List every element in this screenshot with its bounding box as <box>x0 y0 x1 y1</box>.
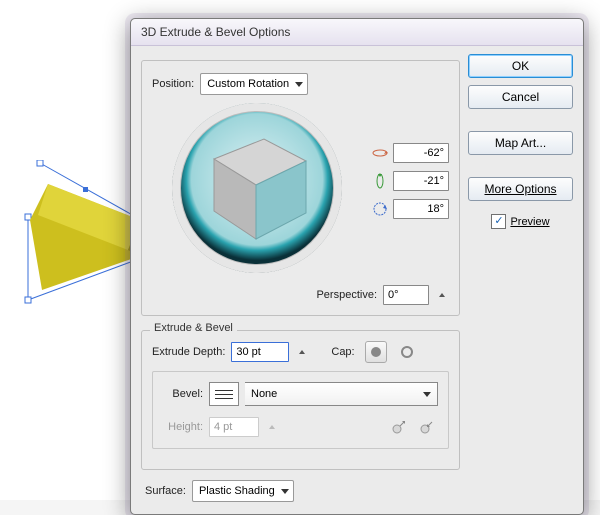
perspective-label: Perspective: <box>316 289 377 301</box>
dialog-title: 3D Extrude & Bevel Options <box>141 25 290 39</box>
rotate-x-icon[interactable] <box>371 144 389 162</box>
surface-value: Plastic Shading <box>199 485 275 497</box>
bevel-subgroup: Bevel: None Height: 4 pt <box>152 371 449 449</box>
rotation-trackball[interactable] <box>172 103 342 273</box>
bevel-in-button[interactable] <box>388 416 410 438</box>
bevel-dropdown[interactable]: None <box>245 382 438 406</box>
extrude-bevel-group: Extrude & Bevel Extrude Depth: 30 pt Cap… <box>141 330 460 470</box>
rotate-y-input[interactable]: -21° <box>393 171 449 191</box>
dialog-titlebar[interactable]: 3D Extrude & Bevel Options <box>131 19 583 46</box>
extrude-depth-input[interactable]: 30 pt <box>231 342 289 362</box>
extrude-legend: Extrude & Bevel <box>150 322 237 334</box>
preview-checkbox[interactable]: ✓ Preview <box>468 214 573 229</box>
chevron-down-icon <box>295 82 303 87</box>
surface-label: Surface: <box>145 485 186 497</box>
chevron-down-icon <box>423 392 431 397</box>
position-value: Custom Rotation <box>207 78 289 90</box>
extrude-depth-stepper[interactable] <box>295 342 309 362</box>
cap-hollow-button[interactable] <box>397 342 417 362</box>
cap-label: Cap: <box>331 346 354 358</box>
bevel-height-label: Height: <box>163 421 203 433</box>
bevel-shape-picker[interactable] <box>209 382 239 406</box>
cap-solid-button[interactable] <box>365 341 387 363</box>
map-art-button[interactable]: Map Art... <box>468 131 573 155</box>
perspective-stepper[interactable] <box>435 285 449 305</box>
checkbox-checked-icon: ✓ <box>491 214 506 229</box>
bevel-out-button[interactable] <box>416 416 438 438</box>
dialog-3d-extrude: 3D Extrude & Bevel Options Position: Cus… <box>130 18 584 515</box>
position-group: Position: Custom Rotation <box>141 60 460 316</box>
extrude-depth-label: Extrude Depth: <box>152 346 225 358</box>
chevron-down-icon <box>281 489 289 494</box>
perspective-input[interactable]: 0° <box>383 285 429 305</box>
surface-dropdown[interactable]: Plastic Shading <box>192 480 294 502</box>
preview-cube-icon <box>206 131 316 249</box>
position-dropdown[interactable]: Custom Rotation <box>200 73 308 95</box>
preview-label: Preview <box>510 216 549 228</box>
more-options-button[interactable]: More Options <box>468 177 573 201</box>
bevel-value: None <box>251 388 277 400</box>
rotate-y-icon[interactable] <box>371 172 389 190</box>
rotate-z-input[interactable]: 18° <box>393 199 449 219</box>
position-label: Position: <box>152 78 194 90</box>
rotate-x-input[interactable]: -62° <box>393 143 449 163</box>
cancel-button[interactable]: Cancel <box>468 85 573 109</box>
bevel-height-input: 4 pt <box>209 417 259 437</box>
ok-button[interactable]: OK <box>468 54 573 78</box>
bevel-label: Bevel: <box>163 388 203 400</box>
bevel-height-stepper <box>265 417 279 437</box>
rotate-z-icon[interactable] <box>371 200 389 218</box>
